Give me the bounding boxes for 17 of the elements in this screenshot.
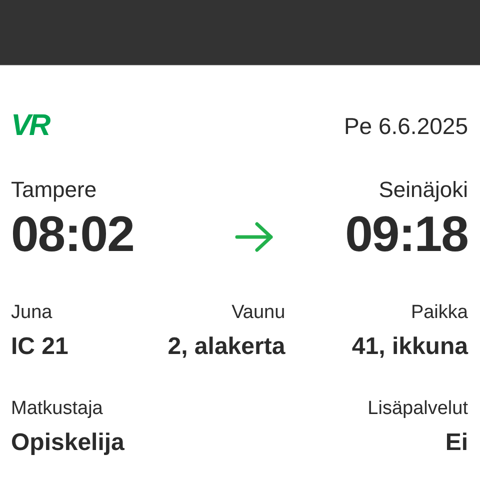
arrow-icon xyxy=(234,221,274,253)
field-label: Juna xyxy=(11,303,52,322)
field-label: Vaunu xyxy=(232,303,286,322)
field-label: Lisäpalvelut xyxy=(368,399,468,418)
field-value: Ei xyxy=(445,431,468,455)
arrival-station: Seinäjoki xyxy=(378,179,468,201)
field-value: 2, alakerta xyxy=(168,335,286,359)
departure-time: 08:02 xyxy=(11,209,134,259)
departure-station: Tampere xyxy=(11,179,98,201)
travel-date: Pe 6.6.2025 xyxy=(344,114,468,138)
vr-logo: VR xyxy=(11,111,49,141)
field-value: IC 21 xyxy=(11,335,68,359)
field-label: Paikka xyxy=(410,303,468,322)
field-value: 41, ikkuna xyxy=(352,335,468,359)
arrival-time: 09:18 xyxy=(345,209,468,259)
field-label: Matkustaja xyxy=(11,399,103,418)
field-value: Opiskelija xyxy=(11,431,124,455)
